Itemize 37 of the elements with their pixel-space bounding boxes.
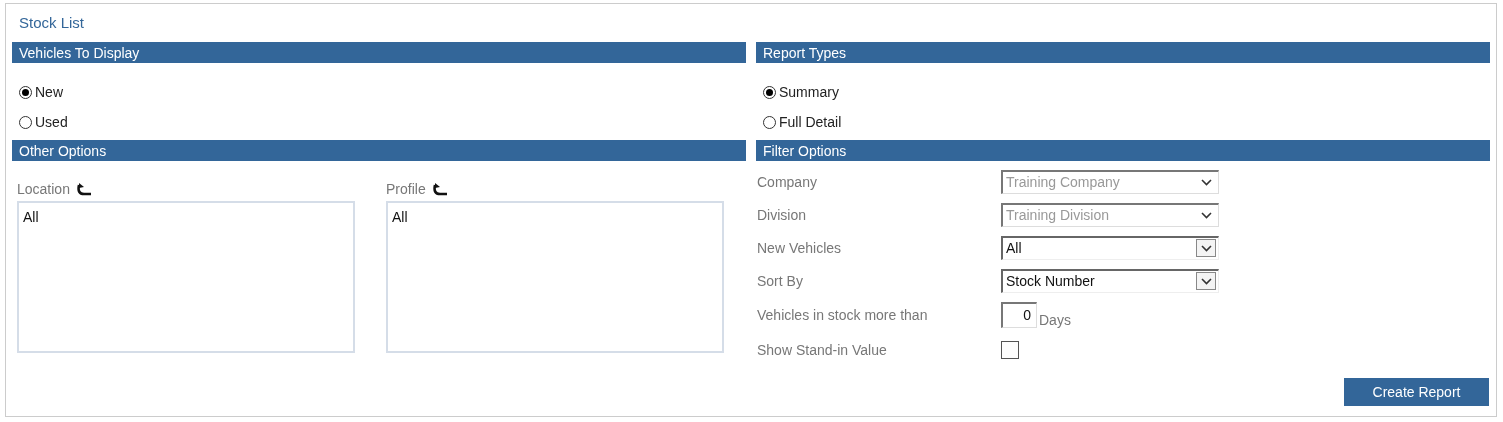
create-report-button[interactable]: Create Report — [1344, 378, 1489, 406]
unit-label: Days — [1039, 312, 1071, 328]
list-item[interactable]: All — [23, 209, 349, 225]
field-label: Vehicles in stock more than — [756, 307, 929, 323]
section-header: Report Types — [756, 42, 1490, 63]
list-box[interactable]: All — [17, 201, 355, 353]
checkbox[interactable] — [1001, 340, 1019, 359]
chevron-down-icon — [1200, 244, 1212, 252]
radio-button[interactable] — [19, 85, 32, 99]
field-label: Company — [756, 173, 818, 190]
curved-arrow-icon[interactable] — [75, 182, 93, 196]
list-item[interactable]: All — [392, 209, 718, 225]
page-title: Stock List — [18, 13, 86, 32]
field-label: Division — [756, 206, 807, 223]
field-label: Sort By — [756, 272, 804, 289]
radio-button[interactable] — [763, 115, 776, 129]
section-header: Filter Options — [756, 140, 1490, 161]
section-header: Other Options — [12, 140, 746, 161]
field-label: Show Stand-in Value — [756, 341, 888, 358]
dropdown[interactable]: Stock Number — [1001, 268, 1219, 293]
list-box[interactable]: All — [386, 201, 724, 353]
radio-label: Full Detail — [779, 114, 842, 130]
chevron-down-icon — [1200, 178, 1212, 186]
chevron-down-icon — [1200, 211, 1212, 219]
field-label: New Vehicles — [756, 239, 843, 256]
field-label: Profile — [386, 181, 426, 197]
number-field[interactable]: 0 — [1001, 302, 1037, 328]
radio-label: New — [35, 84, 63, 100]
radio-button[interactable] — [19, 115, 32, 129]
section-header: Vehicles To Display — [12, 42, 746, 63]
field-label: Location — [17, 181, 70, 197]
radio-button[interactable] — [763, 85, 776, 99]
radio-label: Used — [35, 114, 68, 130]
radio-label: Summary — [779, 84, 839, 100]
curved-arrow-icon[interactable] — [431, 182, 449, 196]
chevron-down-icon — [1200, 277, 1212, 285]
dropdown[interactable]: All — [1001, 235, 1219, 260]
